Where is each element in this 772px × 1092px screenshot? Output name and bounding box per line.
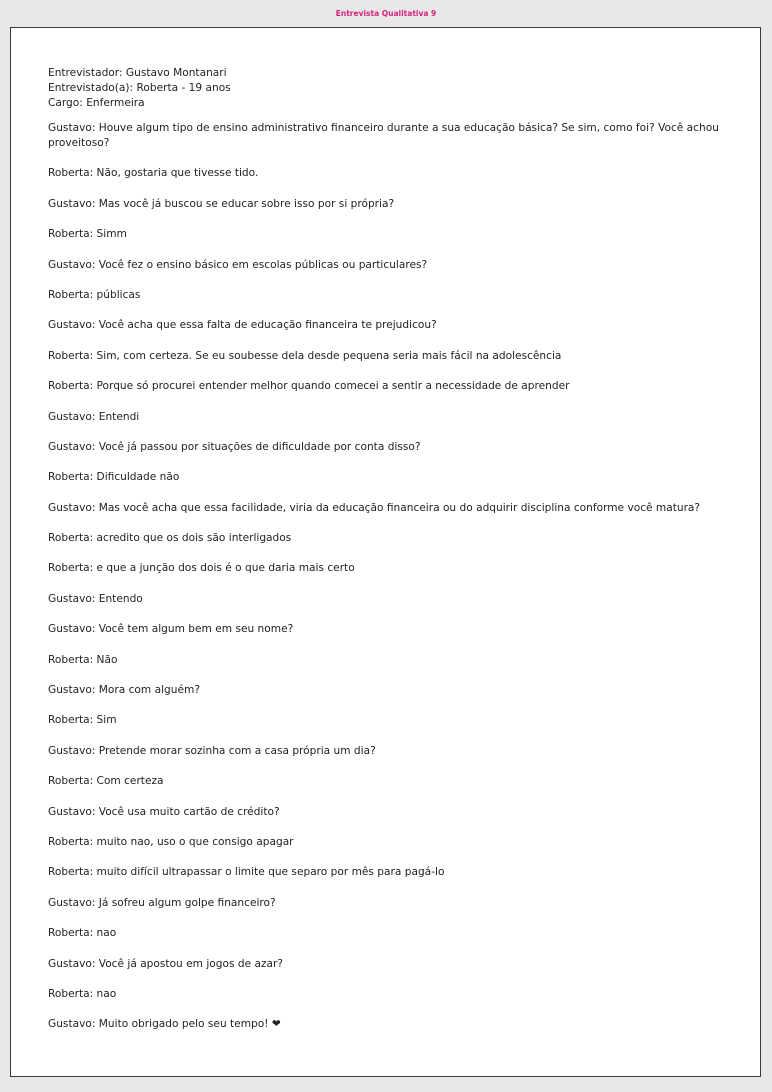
transcript-line: Gustavo: Mora com alguém? — [48, 684, 200, 697]
transcript-line: Roberta: Não — [48, 653, 118, 666]
transcript-line: Gustavo: Houve algum tipo de ensino admi… — [48, 122, 719, 149]
transcript-line: Gustavo: Você usa muito cartão de crédit… — [48, 805, 280, 818]
role-line: Cargo: Enfermeira — [48, 97, 145, 109]
transcript-line: Roberta: nao — [48, 987, 117, 1000]
transcript-line: Roberta: acredito que os dois são interl… — [48, 532, 292, 545]
transcript-line: Roberta: e que a junção dos dois é o que… — [48, 562, 355, 575]
transcript-line: Gustavo: Pretende morar sozinha com a ca… — [48, 744, 376, 757]
transcript-line: Roberta: Sim — [48, 714, 117, 727]
transcript-line: Gustavo: Já sofreu algum golpe financeir… — [48, 896, 276, 909]
transcript-line: Roberta: Dificuldade não — [48, 471, 180, 484]
transcript-line: Gustavo: Entendo — [48, 592, 143, 605]
transcript-line: Gustavo: Você já apostou em jogos de aza… — [48, 957, 283, 970]
document-content: Entrevistador: Gustavo Montanari Entrevi… — [48, 66, 728, 1048]
interviewee-line: Entrevistado(a): Roberta - 19 anos — [48, 82, 231, 94]
transcript-line: Roberta: Não, gostaria que tivesse tido. — [48, 167, 259, 180]
transcript: Gustavo: Houve algum tipo de ensino admi… — [48, 121, 728, 1032]
transcript-line: Gustavo: Você acha que essa falta de edu… — [48, 319, 437, 332]
transcript-line: Roberta: Com certeza — [48, 775, 164, 788]
transcript-line: Gustavo: Entendi — [48, 410, 140, 423]
interview-meta: Entrevistador: Gustavo Montanari Entrevi… — [48, 66, 728, 111]
interviewer-line: Entrevistador: Gustavo Montanari — [48, 67, 227, 79]
transcript-line: Gustavo: Muito obrigado pelo seu tempo! … — [48, 1018, 281, 1031]
transcript-line: Gustavo: Você tem algum bem em seu nome? — [48, 623, 294, 636]
transcript-line: Gustavo: Mas você acha que essa facilida… — [48, 501, 701, 514]
transcript-line: Roberta: Sim, com certeza. Se eu soubess… — [48, 349, 562, 362]
transcript-line: Roberta: nao — [48, 927, 117, 940]
transcript-line: Gustavo: Mas você já buscou se educar so… — [48, 197, 395, 210]
transcript-line: Gustavo: Você fez o ensino básico em esc… — [48, 258, 428, 271]
document-page: Entrevistador: Gustavo Montanari Entrevi… — [10, 27, 761, 1077]
document-title: Entrevista Qualitativa 9 — [335, 9, 437, 18]
transcript-line: Gustavo: Você já passou por situações de… — [48, 440, 421, 453]
transcript-line: Roberta: Porque só procurei entender mel… — [48, 380, 570, 393]
transcript-line: Roberta: muito difícil ultrapassar o lim… — [48, 866, 445, 879]
transcript-line: Roberta: muito nao, uso o que consigo ap… — [48, 835, 294, 848]
transcript-line: Roberta: Simm — [48, 228, 127, 241]
transcript-line: Roberta: públicas — [48, 288, 141, 301]
